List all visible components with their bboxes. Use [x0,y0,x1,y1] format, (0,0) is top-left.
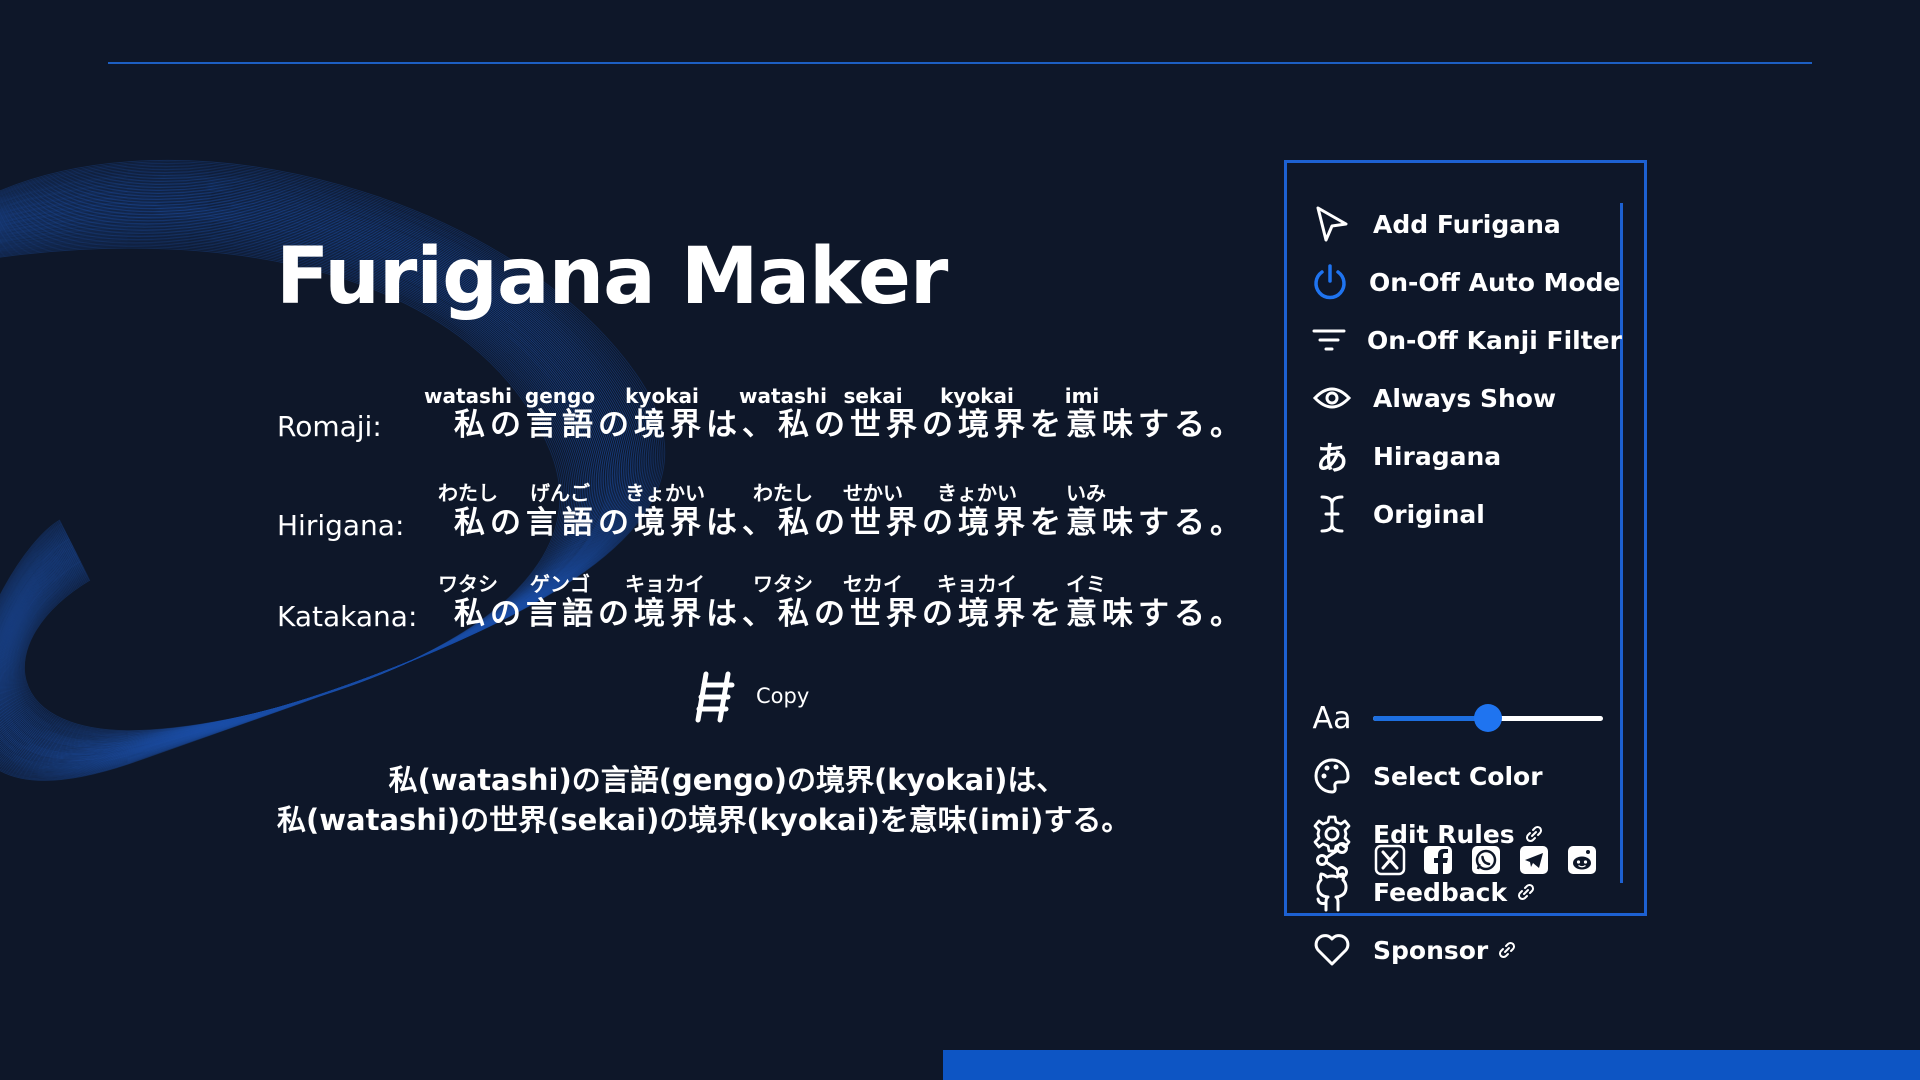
menu-item-label: Original [1373,499,1485,529]
menu-item-label: Always Show [1373,383,1557,413]
result-text: 私(watashi)の言語(gengo)の境界(kyokai)は、 私(wata… [277,760,1177,840]
menu-item-label: On-Off Auto Mode [1369,267,1621,297]
ruby-annotation: わたし [753,481,813,505]
menu-item-label: Sponsor [1373,935,1489,965]
facebook-icon[interactable] [1421,843,1455,877]
slider-fill [1373,715,1488,721]
ruby-annotation: キョカイ [625,572,705,596]
ruby-annotation: げんご [530,481,590,505]
x-icon[interactable] [1373,843,1407,877]
ruby-annotation: imi [1064,384,1100,408]
telegram-icon[interactable] [1517,843,1551,877]
menu-item-kanji-filter[interactable]: On-Off Kanji Filter [1311,315,1622,365]
ruby-annotation: きょかい [625,481,705,505]
ruby-annotation: gengo [524,384,596,408]
ruby-annotation: ゲンゴ [530,572,590,596]
ruby-annotation: kyokai [625,384,699,408]
bottom-accent-bar [943,1050,1920,1080]
row-label-hiragana: Hirigana: [277,509,405,542]
filter-icon [1311,319,1347,361]
menu-item-hiragana[interactable]: あ Hiragana [1311,431,1611,481]
power-icon [1311,261,1349,303]
top-divider [108,62,1812,64]
menu-item-auto-mode[interactable]: On-Off Auto Mode [1311,257,1621,307]
page-title: Furigana Maker [276,232,948,322]
result-line-2: 私(watashi)の世界(sekai)の境界(kyokai)を意味(imi)す… [277,803,1131,837]
eye-icon [1311,377,1353,419]
share-icon[interactable] [1311,839,1353,881]
font-size-slider[interactable] [1373,703,1603,732]
ruby-annotation: せかい [843,481,903,505]
ruby-annotation: きょかい [937,481,1017,505]
extension-menu-panel: Add Furigana On-Off Auto Mode On-Off Kan… [1284,160,1647,966]
ruby-annotation: ワタシ [438,572,498,596]
text-cursor-icon [1311,493,1353,535]
font-size-control: Aa [1311,693,1611,743]
copy-button[interactable]: Copy [756,686,809,707]
sentence-hiragana: 私の言語の境界は、私の世界の境界を意味する。 [454,505,1246,541]
menu-item-label: Hiragana [1373,441,1502,471]
ruby-annotation: わたし [438,481,498,505]
menu-item-select-color[interactable]: Select Color [1311,751,1611,801]
share-row [1311,835,1613,885]
ruby-annotation: watashi [423,384,513,408]
whatsapp-icon[interactable] [1469,843,1503,877]
slider-handle[interactable] [1474,703,1502,732]
reddit-icon[interactable] [1565,843,1599,877]
ruby-annotation: セカイ [843,572,903,596]
menu-item-always-show[interactable]: Always Show [1311,373,1611,423]
menu-item-label: Add Furigana [1373,209,1561,239]
ruby-annotation: sekai [843,384,903,408]
sentence-romaji: 私の言語の境界は、私の世界の境界を意味する。 [454,407,1246,443]
ruby-annotation: いみ [1066,481,1106,505]
ruby-annotation: イミ [1066,572,1106,596]
ladder-icon[interactable] [692,668,740,724]
result-line-1: 私(watashi)の言語(gengo)の境界(kyokai)は、 [388,763,1066,797]
row-label-katakana: Katakana: [277,600,418,633]
sentence-katakana: 私の言語の境界は、私の世界の境界を意味する。 [454,596,1246,632]
menu-item-label: On-Off Kanji Filter [1367,325,1622,355]
palette-icon [1311,755,1353,797]
ruby-annotation: ワタシ [753,572,813,596]
menu-item-label: Select Color [1373,761,1543,791]
menu-item-add-furigana[interactable]: Add Furigana [1311,199,1611,249]
font-size-icon: Aa [1312,700,1352,736]
ruby-annotation: kyokai [940,384,1014,408]
ruby-annotation: watashi [738,384,828,408]
link-icon [1518,883,1535,901]
scrollbar[interactable] [1620,203,1623,883]
hiragana-a-icon: あ [1315,439,1348,477]
menu-item-original[interactable]: Original [1311,489,1611,539]
ruby-annotation: キョカイ [937,572,1017,596]
menu-item-sponsor[interactable]: Sponsor [1311,925,1611,975]
link-icon [1499,941,1516,959]
heart-icon [1311,929,1353,971]
row-label-romaji: Romaji: [277,410,382,443]
cursor-arrow-icon [1311,203,1353,245]
